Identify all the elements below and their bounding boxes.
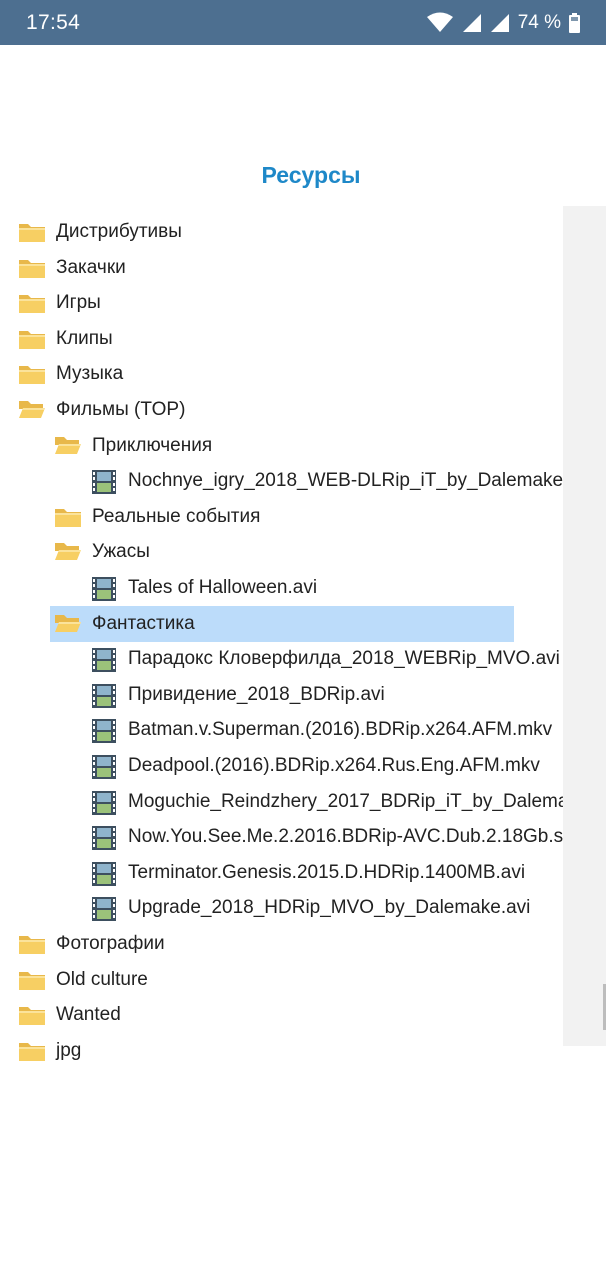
tree-folder[interactable]: jpg: [18, 1033, 81, 1069]
tree-folder[interactable]: Old culture: [18, 962, 148, 998]
video-file-icon: [90, 861, 118, 886]
tree-folder[interactable]: Музыка: [18, 356, 123, 392]
folder-icon: [54, 505, 82, 529]
tree-folder[interactable]: Приключения: [54, 428, 212, 464]
folder-icon: [18, 1039, 46, 1063]
tree-file[interactable]: Deadpool.(2016).BDRip.x264.Rus.Eng.AFM.m…: [90, 748, 540, 784]
tree-folder[interactable]: Игры: [18, 285, 101, 321]
video-file-icon: [90, 576, 118, 601]
tree-item-label: Upgrade_2018_HDRip_MVO_by_Dalemake.avi: [128, 897, 531, 919]
tree-folder[interactable]: Фантастика: [50, 605, 513, 642]
tree-item-label: Terminator.Genesis.2015.D.HDRip.1400MB.a…: [128, 861, 526, 883]
video-file-icon: [90, 469, 118, 495]
scrollbar-track[interactable]: [563, 206, 606, 1046]
tree-file[interactable]: Парадокс Кловерфилда_2018_WEBRip_MVO.avi: [90, 641, 560, 677]
tree-item-label: Tales of Halloween.avi: [128, 577, 318, 598]
tree-file[interactable]: Привидение_2018_BDRip.avi: [90, 677, 385, 713]
folder-icon: [18, 362, 46, 386]
video-file-icon: [90, 718, 118, 744]
video-file-icon: [90, 825, 118, 851]
tree-item-label: Now.You.See.Me.2.2016.BDRip-AVC.Dub.2.18…: [128, 826, 563, 848]
tree-item-label: Закачки: [56, 256, 126, 278]
video-file-icon: [90, 790, 118, 815]
tree-file[interactable]: Nochnye_igry_2018_WEB-DLRip_iT_by_Dalema…: [90, 463, 563, 499]
tree-item-label: Музыка: [56, 363, 124, 385]
video-file-icon: [90, 754, 118, 779]
tree-file[interactable]: Moguchie_Reindzhery_2017_BDRip_iT_by_Dal…: [90, 784, 563, 820]
video-file-icon: [90, 647, 118, 673]
folder-icon: [18, 932, 46, 956]
video-file-icon: [90, 683, 118, 708]
resource-tree: Дистрибутивы Закачки Игры Клипы Музыка Фильмы…: [0, 214, 563, 1074]
status-time: 17:54: [26, 10, 81, 34]
tree-file[interactable]: Tales of Halloween.avi: [90, 570, 317, 606]
tree-file[interactable]: Batman.v.Superman.(2016).BDRip.x264.AFM.…: [90, 712, 552, 748]
tree-item-label: Фотографии: [56, 933, 165, 954]
tree-item-label: Deadpool.(2016).BDRip.x264.Rus.Eng.AFM.m…: [128, 755, 540, 776]
battery-icon: [569, 12, 580, 33]
tree-file[interactable]: Upgrade_2018_HDRip_MVO_by_Dalemake.avi: [90, 890, 530, 926]
tree-item-label: Wanted: [56, 1004, 121, 1026]
tree-folder[interactable]: Клипы: [18, 321, 113, 357]
status-icons: 74 %: [426, 12, 580, 34]
folder-icon: [18, 968, 46, 992]
tree-item-label: Фильмы (TOP): [56, 399, 186, 420]
tree-item-label: Фантастика: [92, 612, 195, 634]
tree-item-label: Ужасы: [92, 541, 150, 563]
tree-item-label: Игры: [56, 292, 101, 314]
folder-open-icon: [54, 434, 82, 458]
tree-item-label: Moguchie_Reindzhery_2017_BDRip_iT_by_Dal…: [128, 790, 563, 812]
wifi-icon: [426, 12, 454, 34]
tree-item-label: Batman.v.Superman.(2016).BDRip.x264.AFM.…: [128, 719, 553, 741]
tree-item-label: Nochnye_igry_2018_WEB-DLRip_iT_by_Dalema…: [128, 470, 563, 492]
tree-item-label: Клипы: [56, 327, 113, 349]
signal-icon: [490, 13, 510, 33]
tree-folder[interactable]: Wanted: [18, 997, 121, 1033]
battery-percent: 74 %: [517, 11, 561, 33]
folder-icon: [18, 327, 46, 351]
tree-item-label: Парадокс Кловерфилда_2018_WEBRip_MVO.avi: [128, 648, 560, 670]
page-title: Ресурсы: [261, 162, 361, 188]
tree-folder[interactable]: Дистрибутивы: [18, 214, 182, 250]
folder-open-icon: [54, 612, 82, 636]
tree-folder[interactable]: Фотографии: [18, 926, 165, 962]
tree-item-label: Old culture: [56, 968, 148, 990]
tree-folder[interactable]: Ужасы: [54, 534, 150, 570]
tree-item-label: jpg: [56, 1039, 82, 1061]
tree-item-label: Привидение_2018_BDRip.avi: [128, 683, 385, 705]
folder-open-icon: [54, 540, 82, 564]
folder-open-icon: [18, 398, 46, 422]
folder-icon: [18, 256, 46, 280]
tree-item-label: Приключения: [92, 434, 213, 456]
status-bar: 17:54 74 %: [0, 0, 606, 45]
tree-file[interactable]: Now.You.See.Me.2.2016.BDRip-AVC.Dub.2.18…: [90, 819, 563, 855]
folder-icon: [18, 291, 46, 315]
tree-folder[interactable]: Закачки: [18, 250, 126, 286]
folder-icon: [18, 1003, 46, 1027]
folder-icon: [18, 220, 46, 244]
signal-icon: [462, 13, 482, 33]
video-file-icon: [90, 896, 118, 922]
tree-file[interactable]: Terminator.Genesis.2015.D.HDRip.1400MB.a…: [90, 855, 525, 891]
tree-folder[interactable]: Реальные события: [54, 499, 260, 535]
tree-item-label: Реальные события: [92, 505, 261, 527]
tree-folder[interactable]: Фильмы (TOP): [18, 392, 185, 428]
tree-item-label: Дистрибутивы: [56, 221, 182, 242]
